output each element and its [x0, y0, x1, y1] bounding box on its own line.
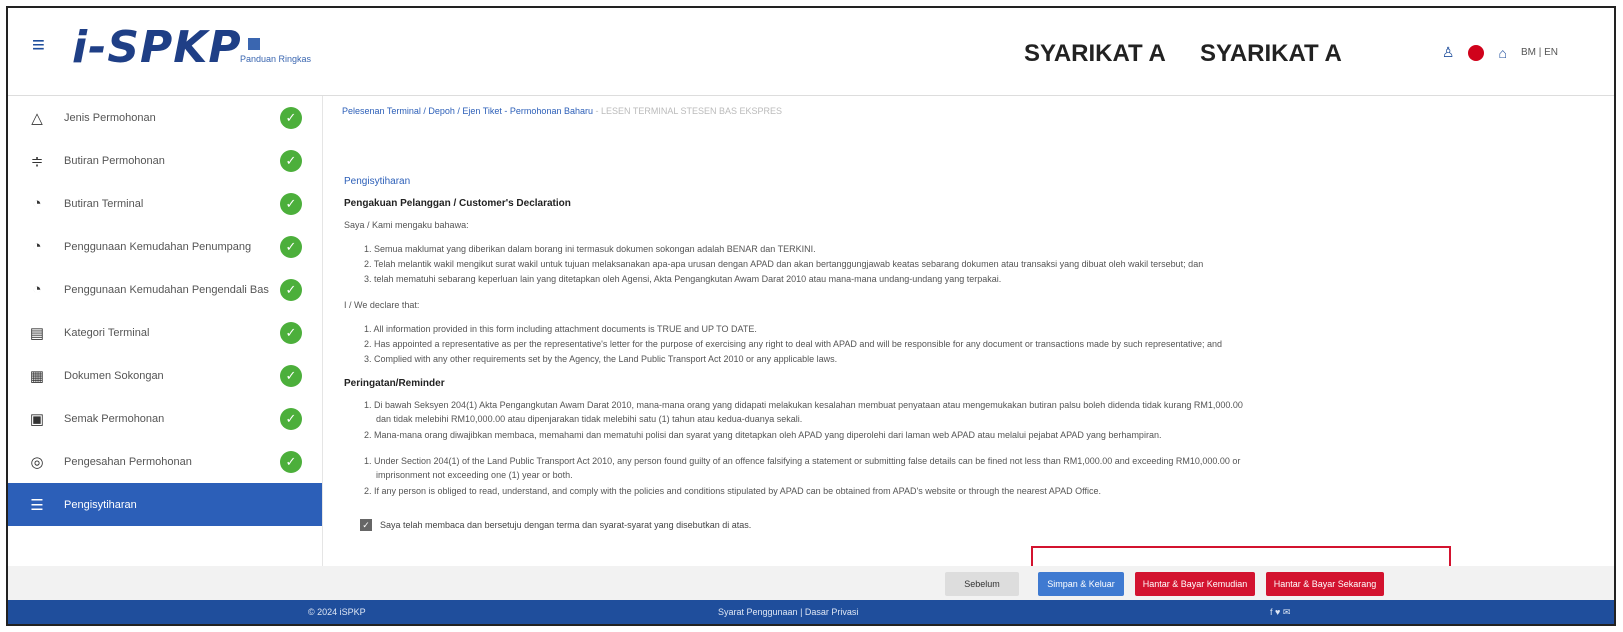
check-icon: ✓ — [280, 193, 302, 215]
main-content: Pelesenan Terminal / Depoh / Ejen Tiket … — [338, 96, 1608, 566]
submit-pay-now-button[interactable]: Hantar & Bayar Sekarang — [1266, 572, 1384, 596]
verify-icon: ◎ — [30, 453, 44, 471]
sidebar-item-label: Penggunaan Kemudahan Pengendali Bas — [64, 283, 269, 296]
sidebar-item-kemudahan-penumpang[interactable]: ◔ Penggunaan Kemudahan Penumpang ✓ — [8, 225, 322, 268]
check-icon: ✓ — [280, 279, 302, 301]
header-actions: ♙ ⌂ BM | EN — [1442, 44, 1558, 61]
sidebar-item-label: Dokumen Sokongan — [64, 369, 164, 382]
gauge-icon: ◔ — [32, 238, 42, 255]
document-icon: ▤ — [29, 324, 45, 342]
check-icon: ✓ — [280, 107, 302, 129]
check-icon: ✓ — [280, 451, 302, 473]
list-item: 1. Under Section 204(1) of the Land Publ… — [364, 456, 1241, 466]
sidebar-item-label: Semak Permohonan — [64, 412, 165, 425]
breadcrumb-path[interactable]: Pelesenan Terminal / Depoh / Ejen Tiket … — [342, 106, 593, 116]
quick-guide-link[interactable]: Panduan Ringkas — [240, 38, 320, 64]
list-item: 2. If any person is obliged to read, und… — [364, 486, 1101, 496]
list-item: imprisonment not exceeding one (1) year … — [376, 470, 573, 480]
sidebar-item-butiran-terminal[interactable]: ◔ Butiran Terminal ✓ — [8, 182, 322, 225]
sidebar-item-label: Pengisytiharan — [64, 498, 137, 511]
list-item: 1. Semua maklumat yang diberikan dalam b… — [364, 244, 816, 254]
gauge-icon: ◔ — [32, 281, 42, 298]
sidebar-item-label: Pengesahan Permohonan — [64, 455, 192, 468]
top-header: ≡ i-SPKP Panduan Ringkas SYARIKAT A SYAR… — [8, 8, 1614, 96]
declaration-heading: Pengakuan Pelanggan / Customer's Declara… — [344, 198, 571, 209]
sidebar-item-label: Butiran Permohonan — [64, 154, 165, 167]
agree-checkbox-row[interactable]: ✓ Saya telah membaca dan bersetuju denga… — [360, 519, 751, 531]
breadcrumb: Pelesenan Terminal / Depoh / Ejen Tiket … — [342, 106, 782, 116]
breadcrumb-current: - LESEN TERMINAL STESEN BAS EKSPRES — [592, 106, 783, 116]
section-title: Pengisytiharan — [344, 176, 411, 187]
reminder-heading: Peringatan/Reminder — [344, 378, 445, 389]
action-bar: Sebelum Simpan & Keluar Hantar & Bayar K… — [8, 566, 1614, 602]
sidebar-item-semak-permohonan[interactable]: ▣ Semak Permohonan ✓ — [8, 397, 322, 440]
agree-checkbox[interactable]: ✓ — [360, 519, 372, 531]
list-item: 3. Complied with any other requirements … — [364, 354, 838, 364]
previous-button[interactable]: Sebelum — [945, 572, 1019, 596]
preview-icon: ▣ — [29, 410, 45, 428]
check-icon: ✓ — [280, 150, 302, 172]
check-icon: ✓ — [280, 365, 302, 387]
sidebar-item-label: Butiran Terminal — [64, 197, 144, 210]
copyright-text: © 2024 iSPKP — [308, 607, 366, 617]
sidebar-item-label: Jenis Permohonan — [64, 111, 156, 124]
folder-icon: ▦ — [29, 367, 45, 385]
sidebar-item-jenis-permohonan[interactable]: △ Jenis Permohonan ✓ — [8, 96, 322, 139]
list-item: 2. Has appointed a representative as per… — [364, 339, 1223, 349]
sidebar-item-pengesahan-permohonan[interactable]: ◎ Pengesahan Permohonan ✓ — [8, 440, 322, 483]
intro-bm: Saya / Kami mengaku bahawa: — [344, 220, 469, 230]
filter-icon: ≑ — [30, 152, 44, 170]
sidebar-item-dokumen-sokongan[interactable]: ▦ Dokumen Sokongan ✓ — [8, 354, 322, 397]
footer-links[interactable]: Syarat Penggunaan | Dasar Privasi — [718, 607, 858, 617]
list-item: 1. Di bawah Seksyen 204(1) Akta Pengangk… — [364, 400, 1243, 410]
home-icon[interactable]: ⌂ — [1498, 45, 1506, 61]
list-item: 2. Mana-mana orang diwajibkan membaca, m… — [364, 430, 1162, 440]
sidebar-item-label: Penggunaan Kemudahan Penumpang — [64, 240, 252, 253]
company-name-2: SYARIKAT A — [1200, 40, 1342, 67]
step-sidebar: △ Jenis Permohonan ✓ ≑ Butiran Permohona… — [8, 96, 323, 566]
social-icons[interactable]: f ♥ ✉ — [1270, 607, 1290, 618]
list-item: dan tidak melebihi RM10,000.00 atau dipe… — [376, 414, 803, 424]
save-exit-button[interactable]: Simpan & Keluar — [1038, 572, 1124, 596]
sidebar-item-butiran-permohonan[interactable]: ≑ Butiran Permohonan ✓ — [8, 139, 322, 182]
gauge-icon: ◔ — [32, 195, 42, 212]
agree-label: Saya telah membaca dan bersetuju dengan … — [380, 520, 752, 530]
guide-icon — [248, 38, 260, 50]
notification-icon[interactable] — [1468, 44, 1485, 61]
sidebar-item-kemudahan-pengendali-bas[interactable]: ◔ Penggunaan Kemudahan Pengendali Bas ✓ — [8, 268, 322, 311]
list-icon: ☰ — [30, 496, 44, 514]
sidebar-item-label: Kategori Terminal — [64, 326, 150, 339]
check-icon: ✓ — [280, 236, 302, 258]
company-name-1: SYARIKAT A — [1024, 40, 1166, 67]
app-logo[interactable]: i-SPKP — [72, 22, 242, 73]
user-icon[interactable]: ♙ — [1442, 44, 1455, 61]
sidebar-item-pengisytiharan[interactable]: ☰ Pengisytiharan — [8, 483, 322, 526]
app-window: ≡ i-SPKP Panduan Ringkas SYARIKAT A SYAR… — [6, 6, 1616, 626]
page-footer: © 2024 iSPKP Syarat Penggunaan | Dasar P… — [8, 600, 1614, 624]
check-icon: ✓ — [280, 408, 302, 430]
list-item: 3. telah mematuhi sebarang keperluan lai… — [364, 274, 1002, 284]
intro-en: I / We declare that: — [344, 300, 420, 310]
list-item: 2. Telah melantik wakil mengikut surat w… — [364, 259, 1204, 269]
warning-triangle-icon: △ — [31, 109, 43, 127]
check-icon: ✓ — [280, 322, 302, 344]
list-item: 1. All information provided in this form… — [364, 324, 757, 334]
quick-guide-label: Panduan Ringkas — [240, 54, 312, 64]
submit-pay-later-button[interactable]: Hantar & Bayar Kemudian — [1135, 572, 1255, 596]
sidebar-item-kategori-terminal[interactable]: ▤ Kategori Terminal ✓ — [8, 311, 322, 354]
language-switcher[interactable]: BM | EN — [1521, 47, 1558, 58]
menu-icon[interactable]: ≡ — [32, 32, 45, 58]
